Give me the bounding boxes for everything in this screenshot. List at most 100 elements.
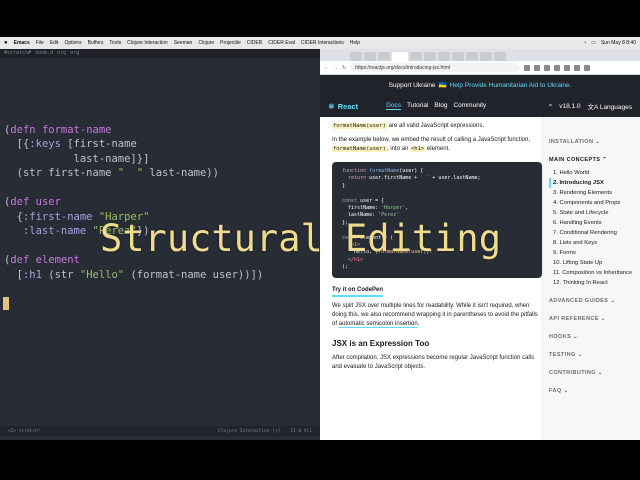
fringe-markers: -------------: [1, 323, 5, 438]
languages-link[interactable]: 文A Languages: [588, 101, 632, 111]
video-title-overlay: Structural Editing: [100, 217, 501, 260]
browser-tab[interactable]: [494, 52, 506, 61]
letterbox-bottom: [0, 440, 640, 480]
paragraph-expressions: formatName(user) are all valid JavaScrip…: [332, 123, 485, 129]
sidebar-item-composition[interactable]: 11. Composition vs Inheritance: [549, 268, 634, 278]
extension-icon[interactable]: [544, 64, 551, 71]
sidebar-item-thinking-react[interactable]: 12. Thinking In React: [549, 278, 634, 288]
chevron-down-icon: ⌄: [600, 316, 606, 322]
sidebar-item-hello-world[interactable]: 1. Hello World: [549, 168, 634, 178]
menu-seeman[interactable]: Seeman: [174, 40, 193, 46]
chevron-down-icon: ⌄: [597, 370, 603, 376]
try-on-codepen-link[interactable]: Try it on CodePen: [332, 286, 384, 297]
extension-icon[interactable]: [574, 64, 581, 71]
sidebar-item-handling-events[interactable]: 6. Handling Events: [549, 218, 634, 228]
code-line-10[interactable]: (def element: [4, 254, 80, 266]
sidebar-section-api-reference[interactable]: API REFERENCE ⌄: [549, 316, 634, 322]
extension-icon[interactable]: [554, 64, 561, 71]
chevron-down-icon: ⌄: [610, 298, 616, 304]
forward-icon[interactable]: →: [333, 65, 338, 71]
paragraph-example: In the example below, we embed the resul…: [332, 137, 531, 152]
browser-tab[interactable]: [452, 52, 464, 61]
sidebar-item-introducing-jsx[interactable]: 2. Introducing JSX: [549, 178, 634, 188]
menu-emacs[interactable]: Emacs: [14, 40, 30, 46]
extension-icon[interactable]: [564, 64, 571, 71]
semicolon-insertion-link[interactable]: automatic semicolon insertion: [338, 320, 418, 328]
nav-blog[interactable]: Blog: [434, 102, 447, 110]
header-org-2[interactable]: org: [70, 50, 79, 57]
battery-icon[interactable]: ▭: [591, 40, 596, 46]
sidebar-item-forms[interactable]: 9. Forms: [549, 248, 634, 258]
browser-tab[interactable]: [438, 52, 450, 61]
header-buffer[interactable]: #scratch#: [4, 50, 31, 57]
paragraph-multiline: We split JSX over multiple lines for rea…: [332, 302, 538, 328]
browser-tab[interactable]: [378, 52, 390, 61]
menu-clojure[interactable]: Clojure: [198, 40, 214, 46]
emacs-modeline: <I>-scratch* Clojure Interaction [+] 21:…: [0, 426, 320, 436]
code-line-4[interactable]: (str first-name " " last-name)): [4, 167, 219, 179]
react-logo[interactable]: ⚛ React: [328, 102, 358, 111]
code-line-1[interactable]: (defn format-name: [4, 124, 112, 136]
nav-docs[interactable]: Docs: [386, 102, 401, 110]
code-line-11[interactable]: [:h1 (str "Hello" (format-name user))]): [4, 269, 264, 281]
wifi-icon[interactable]: ◔: [583, 40, 586, 46]
humanitarian-aid-link[interactable]: Help Provide Humanitarian Aid to Ukraine…: [450, 82, 572, 89]
menu-cider-interactions[interactable]: CIDER Interactions: [301, 40, 344, 46]
menu-tools[interactable]: Tools: [109, 40, 121, 46]
menubar-clock[interactable]: Sun May 8 8:40: [601, 40, 636, 46]
sidebar-section-contributing[interactable]: CONTRIBUTING ⌄: [549, 370, 634, 376]
sidebar-section-hooks[interactable]: HOOKS ⌄: [549, 334, 634, 340]
url-field[interactable]: https://reactjs.org/docs/introducing-jsx…: [350, 63, 521, 72]
paragraph-compilation: After compilation, JSX expressions becom…: [332, 354, 535, 370]
nav-tutorial[interactable]: Tutorial: [407, 102, 428, 110]
menu-projectile[interactable]: Projectile: [220, 40, 241, 46]
translate-icon: 文A: [587, 104, 599, 111]
sidebar-item-rendering-elements[interactable]: 3. Rendering Elements: [549, 188, 634, 198]
sidebar-item-lifting-state[interactable]: 10. Lifting State Up: [549, 258, 634, 268]
search-icon[interactable]: ⌕: [549, 102, 553, 110]
sidebar-section-faq[interactable]: FAQ ⌄: [549, 388, 634, 394]
browser-tab[interactable]: [466, 52, 478, 61]
code-line-3[interactable]: last-name]}]: [4, 153, 150, 165]
code-line-2[interactable]: [{:keys [first-name: [4, 138, 137, 150]
extension-icon[interactable]: [534, 64, 541, 71]
header-dir[interactable]: doom.d: [35, 50, 53, 57]
sidebar-item-conditional-rendering[interactable]: 7. Conditional Rendering: [549, 228, 634, 238]
reload-icon[interactable]: ↻: [342, 65, 346, 71]
sidebar-section-advanced-guides[interactable]: ADVANCED GUIDES ⌄: [549, 298, 634, 304]
extension-icon[interactable]: [584, 64, 591, 71]
sidebar-section-installation[interactable]: INSTALLATION ⌄: [549, 139, 634, 145]
menu-cider[interactable]: CIDER: [247, 40, 263, 46]
menu-cider-eval[interactable]: CIDER Eval: [268, 40, 295, 46]
browser-tab[interactable]: [410, 52, 422, 61]
back-icon[interactable]: ←: [324, 65, 329, 71]
menu-help[interactable]: Help: [350, 40, 360, 46]
menu-buffers[interactable]: Buffers: [88, 40, 104, 46]
sidebar-section-testing[interactable]: TESTING ⌄: [549, 352, 634, 358]
apple-icon[interactable]: ●: [4, 40, 8, 46]
modeline-mode[interactable]: Clojure Interaction [+]: [218, 429, 280, 434]
sidebar-section-main-concepts[interactable]: MAIN CONCEPTS ⌃: [549, 157, 634, 163]
mac-menubar: ● Emacs File Edit Options Buffers Tools …: [0, 37, 640, 49]
sidebar-item-state-lifecycle[interactable]: 5. State and Lifecycle: [549, 208, 634, 218]
docs-sidebar: INSTALLATION ⌄ MAIN CONCEPTS ⌃ 1. Hello …: [542, 117, 640, 440]
browser-tab[interactable]: [480, 52, 492, 61]
sidebar-item-components-props[interactable]: 4. Components and Props: [549, 198, 634, 208]
browser-tab-active[interactable]: [392, 52, 408, 61]
extension-icon[interactable]: [524, 64, 531, 71]
support-ukraine-banner: Support Ukraine 🇺🇦 Help Provide Humanita…: [320, 75, 640, 95]
menu-options[interactable]: Options: [64, 40, 81, 46]
nav-community[interactable]: Community: [453, 102, 486, 110]
code-line-6[interactable]: (def user: [4, 196, 61, 208]
browser-tab[interactable]: [424, 52, 436, 61]
browser-tab[interactable]: [350, 52, 362, 61]
modeline-position: 21:0 All: [290, 428, 312, 434]
sidebar-item-lists-keys[interactable]: 8. Lists and Keys: [549, 238, 634, 248]
menu-clojure-interaction[interactable]: Clojure Interaction: [127, 40, 168, 46]
menu-file[interactable]: File: [36, 40, 44, 46]
header-org[interactable]: org: [57, 50, 66, 57]
browser-tab-bar: [320, 49, 640, 61]
menu-edit[interactable]: Edit: [50, 40, 59, 46]
browser-tab[interactable]: [364, 52, 376, 61]
version-link[interactable]: v18.1.0: [559, 103, 580, 110]
